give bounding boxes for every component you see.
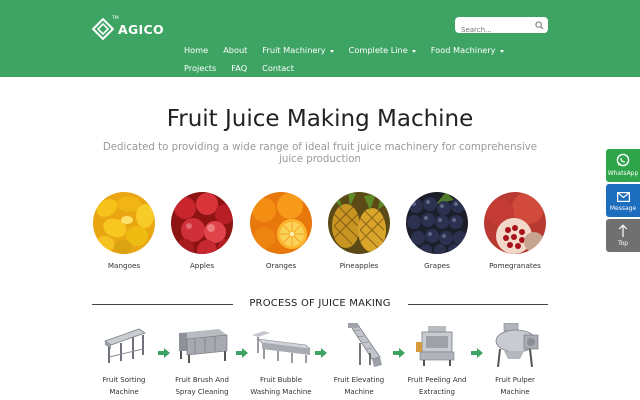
nav-label: Complete Line xyxy=(348,45,408,55)
pomegranates-image xyxy=(484,192,546,254)
search-box xyxy=(455,17,548,38)
search-icon[interactable] xyxy=(533,19,545,31)
fruit-card-pineapples[interactable]: Pineapples xyxy=(319,192,399,270)
mangoes-image xyxy=(93,192,155,254)
nav-contact[interactable]: Contact xyxy=(262,63,294,73)
nav-about[interactable]: About xyxy=(223,45,247,55)
fruit-card-mangoes[interactable]: Mangoes xyxy=(84,192,164,270)
machine-card-brush-cleaning[interactable]: Fruit Brush And Spray Cleaning xyxy=(162,322,242,398)
logo-diamond-icon: TM xyxy=(91,16,119,41)
site-header: TM AGICO Home About Fruit Machinery Comp… xyxy=(0,0,640,77)
nav-row-2: Projects FAQ Contact xyxy=(184,61,544,75)
machine-label-line: Fruit Sorting xyxy=(102,376,146,384)
machine-label-line: Extracting xyxy=(419,388,455,396)
machine-label-line: Machine xyxy=(344,388,374,396)
machine-card-pulper[interactable]: Fruit Pulper Machine xyxy=(475,322,555,398)
back-to-top-button[interactable]: Top xyxy=(606,219,640,252)
machine-label-line: Machine xyxy=(500,388,530,396)
bubble-washing-machine-image xyxy=(241,322,321,368)
fruit-label: Oranges xyxy=(265,261,297,270)
top-label: Top xyxy=(617,240,629,247)
message-button[interactable]: Message xyxy=(606,184,640,217)
fruit-label: Mangoes xyxy=(107,261,141,270)
machine-label-line: Fruit Bubble xyxy=(259,376,303,384)
machine-label: Fruit Pulper Machine xyxy=(475,374,555,398)
elevating-machine-image xyxy=(319,322,399,368)
oranges-image xyxy=(250,192,312,254)
arrow-up-icon xyxy=(606,219,640,237)
machine-label: Fruit Brush And Spray Cleaning xyxy=(162,374,242,398)
sorting-machine-image xyxy=(84,322,164,368)
machine-label-line: Washing Machine xyxy=(250,388,312,396)
caret-down-icon xyxy=(499,49,504,53)
nav-label: Fruit Machinery xyxy=(262,45,326,55)
logo-text: AGICO xyxy=(118,21,164,37)
nav-food-machinery[interactable]: Food Machinery xyxy=(431,45,504,55)
machine-card-peeling-extracting[interactable]: Fruit Peeling And Extracting xyxy=(397,322,477,398)
pulper-machine-image xyxy=(475,322,555,368)
caret-down-icon xyxy=(329,49,334,53)
machine-label-line: Machine xyxy=(109,388,139,396)
machine-label: Fruit Bubble Washing Machine xyxy=(241,374,321,398)
fruit-card-oranges[interactable]: Oranges xyxy=(241,192,321,270)
whatsapp-button[interactable]: WhatsApp xyxy=(606,149,640,182)
section-title: PROCESS OF JUICE MAKING xyxy=(249,298,391,309)
nav-label: Home xyxy=(184,45,209,55)
nav-fruit-machinery[interactable]: Fruit Machinery xyxy=(262,45,334,55)
grapes-image xyxy=(406,192,468,254)
machine-card-bubble-washing[interactable]: Fruit Bubble Washing Machine xyxy=(241,322,321,398)
nav-faq[interactable]: FAQ xyxy=(231,63,247,73)
whatsapp-label: WhatsApp xyxy=(607,170,639,177)
nav-row-1: Home About Fruit Machinery Complete Line… xyxy=(184,43,544,57)
nav-projects[interactable]: Projects xyxy=(184,63,216,73)
peeling-extracting-machine-image xyxy=(397,322,477,368)
fruit-card-grapes[interactable]: Grapes xyxy=(397,192,477,270)
nav-label: Projects xyxy=(184,63,217,73)
nav-label: Food Machinery xyxy=(430,45,496,55)
nav-label: About xyxy=(223,45,248,55)
machine-label: Fruit Elevating Machine xyxy=(319,374,399,398)
main-nav: Home About Fruit Machinery Complete Line… xyxy=(184,43,544,75)
machine-card-sorting[interactable]: Fruit Sorting Machine xyxy=(84,322,164,398)
fruit-card-apples[interactable]: Apples xyxy=(162,192,242,270)
nav-home[interactable]: Home xyxy=(184,45,208,55)
machine-label-line: Fruit Brush And xyxy=(175,376,229,384)
fruit-label: Pineapples xyxy=(339,261,379,270)
machine-label: Fruit Sorting Machine xyxy=(84,374,164,398)
mail-icon xyxy=(606,184,640,202)
machine-label-line: Fruit Elevating xyxy=(333,376,385,384)
page-title: Fruit Juice Making Machine xyxy=(166,106,474,132)
agico-logo[interactable]: TM AGICO xyxy=(91,16,164,41)
nav-complete-line[interactable]: Complete Line xyxy=(349,45,416,55)
machine-card-elevating[interactable]: Fruit Elevating Machine xyxy=(319,322,399,398)
apples-image xyxy=(171,192,233,254)
fruit-label: Pomegranates xyxy=(489,261,541,270)
machine-label: Fruit Peeling And Extracting xyxy=(397,374,477,398)
machine-label-line: Fruit Pulper xyxy=(495,376,535,384)
pineapples-image xyxy=(328,192,390,254)
fruit-label: Grapes xyxy=(424,261,450,270)
search-input[interactable] xyxy=(455,22,531,38)
page-subtitle: Dedicated to providing a wide range of i… xyxy=(102,142,538,165)
brush-cleaning-machine-image xyxy=(162,322,242,368)
machine-label-line: Spray Cleaning xyxy=(175,388,229,396)
logo-tm: TM xyxy=(112,16,119,21)
message-label: Message xyxy=(609,205,637,212)
caret-down-icon xyxy=(411,49,416,53)
fruit-card-pomegranates[interactable]: Pomegranates xyxy=(475,192,555,270)
whatsapp-icon xyxy=(606,149,640,167)
nav-label: FAQ xyxy=(231,63,248,73)
nav-label: Contact xyxy=(262,63,294,73)
machine-label-line: Fruit Peeling And xyxy=(407,376,467,384)
fruit-label: Apples xyxy=(189,261,215,270)
